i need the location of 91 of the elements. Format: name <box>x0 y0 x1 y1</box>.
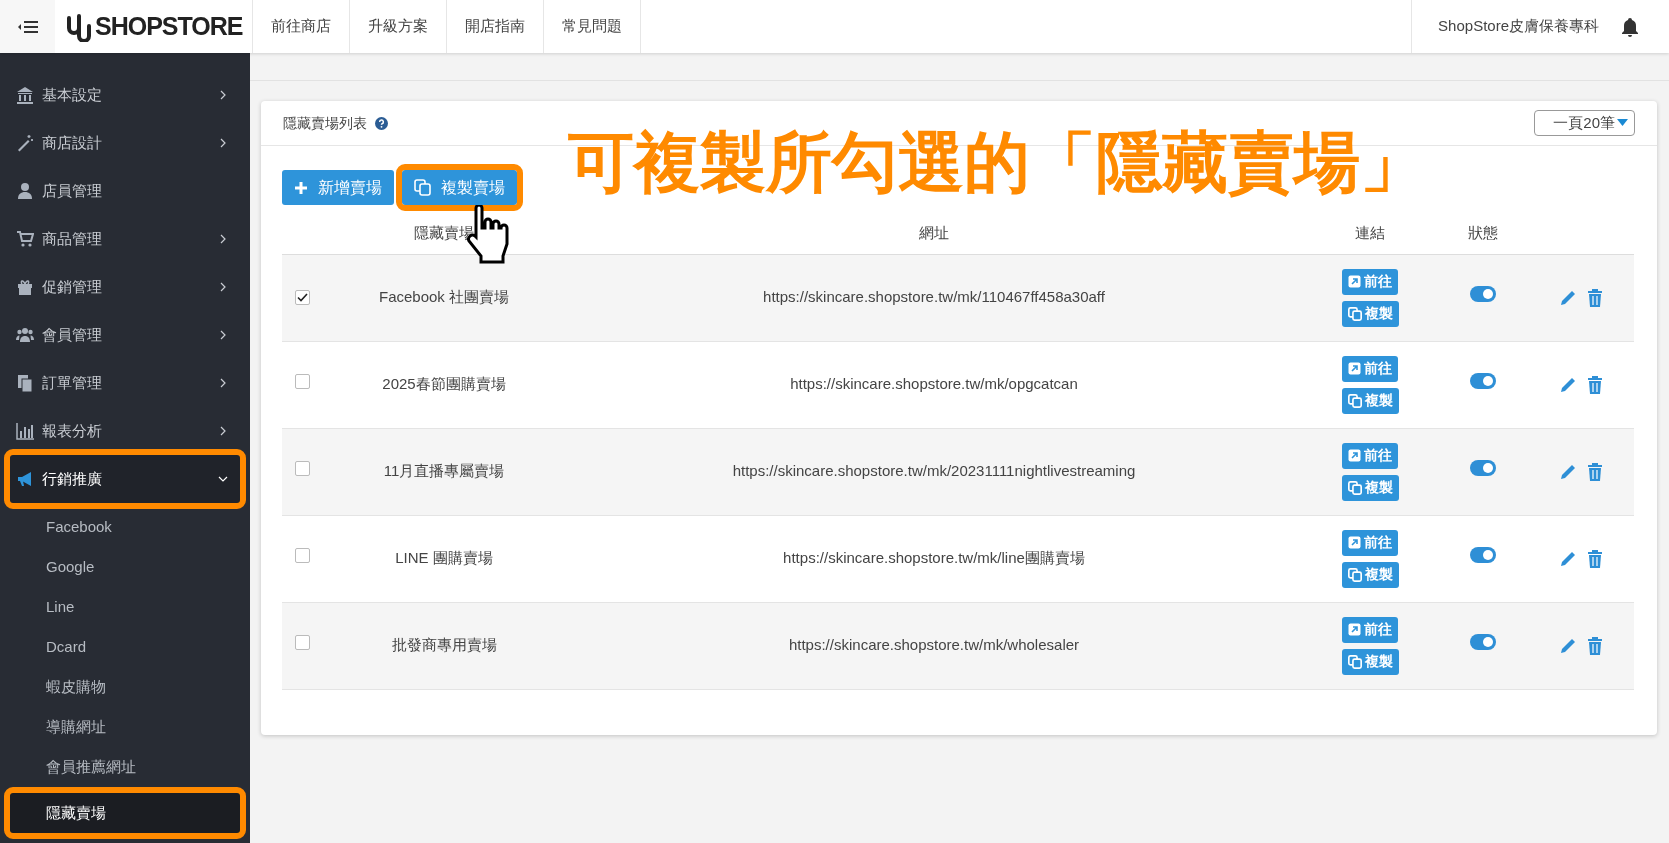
chevron-right-icon <box>218 330 228 340</box>
submenu-item[interactable]: Facebook <box>0 507 250 547</box>
menu-icon <box>17 19 38 34</box>
chevron-down-icon <box>218 474 228 484</box>
copy-icon <box>1347 306 1362 321</box>
plus-icon <box>294 180 308 195</box>
external-link-icon <box>1348 536 1361 549</box>
staff-icon <box>16 182 34 200</box>
documents-icon <box>16 374 34 392</box>
url-cell: https://skincare.shopstore.tw/mk/line團購賣場 <box>783 549 1085 567</box>
status-toggle[interactable] <box>1470 373 1496 390</box>
column-header: 狀態 <box>1468 223 1498 241</box>
external-link-icon <box>1348 275 1361 288</box>
help-icon <box>375 116 388 130</box>
magic-wand-icon <box>16 134 34 152</box>
trash-icon[interactable] <box>1587 549 1603 568</box>
copy-icon <box>1347 393 1362 408</box>
status-toggle[interactable] <box>1470 547 1496 564</box>
store-name-cell: 2025春節團購賣場 <box>382 375 506 393</box>
menu-toggle-button[interactable] <box>0 0 55 53</box>
trash-icon[interactable] <box>1587 375 1603 394</box>
chevron-right-icon <box>218 90 228 100</box>
sidebar-item[interactable]: 促銷管理 <box>0 263 250 311</box>
bar-chart-icon <box>16 422 34 440</box>
brand-logo-text: SHOPSTORE <box>95 10 243 42</box>
trash-icon[interactable] <box>1587 636 1603 655</box>
copy-icon <box>1347 654 1362 669</box>
submenu-item[interactable]: Google <box>0 547 250 587</box>
submenu-item[interactable]: 蝦皮購物 <box>0 667 250 707</box>
url-cell: https://skincare.shopstore.tw/mk/opgcatcan <box>790 375 1078 393</box>
store-name-cell: 批發商專用賣場 <box>391 636 497 654</box>
external-link-icon <box>1348 449 1361 462</box>
external-link-icon <box>1348 623 1361 636</box>
sidebar-item[interactable]: 商店設計 <box>0 119 250 167</box>
edit-icon[interactable] <box>1559 375 1577 394</box>
status-toggle[interactable] <box>1470 634 1496 651</box>
column-header: 連結 <box>1355 223 1385 241</box>
chevron-right-icon <box>218 138 228 148</box>
row-checkbox[interactable] <box>294 461 310 477</box>
sidebar-item[interactable]: 會員管理 <box>0 311 250 359</box>
gift-icon <box>16 278 34 296</box>
caret-icon <box>1617 119 1628 127</box>
nav-link[interactable]: 升級方案 <box>349 0 446 53</box>
cart-icon <box>16 230 34 248</box>
row-checkbox[interactable] <box>294 635 310 651</box>
sidebar-item[interactable]: 報表分析 <box>0 407 250 455</box>
edit-icon[interactable] <box>1559 549 1577 568</box>
users-icon <box>16 326 34 344</box>
store-name-cell: 11月直播專屬賣場 <box>383 462 505 480</box>
column-header: 網址 <box>919 223 949 241</box>
sidebar-item[interactable]: 基本設定 <box>0 71 250 119</box>
copy-icon <box>1347 480 1362 495</box>
nav-link[interactable]: 常見問題 <box>543 0 641 53</box>
trash-icon[interactable] <box>1587 462 1603 481</box>
sidebar-item[interactable]: 商品管理 <box>0 215 250 263</box>
submenu-item[interactable]: 導購網址 <box>0 707 250 747</box>
submenu-item[interactable]: Line <box>0 587 250 627</box>
chevron-right-icon <box>218 378 228 388</box>
card-title: 隱藏賣場列表 <box>283 113 367 133</box>
edit-icon[interactable] <box>1559 288 1577 307</box>
nav-link[interactable]: 開店指南 <box>446 0 543 53</box>
edit-icon[interactable] <box>1559 462 1577 481</box>
bell-icon[interactable] <box>1621 16 1639 37</box>
edit-icon[interactable] <box>1559 636 1577 655</box>
status-toggle[interactable] <box>1470 460 1496 477</box>
sidebar-item[interactable]: 訂單管理 <box>0 359 250 407</box>
url-cell: https://skincare.shopstore.tw/mk/20231111nightlivestreaming <box>732 462 1136 480</box>
external-link-icon <box>1348 362 1361 375</box>
status-toggle[interactable] <box>1470 286 1496 303</box>
megaphone-icon <box>16 470 34 488</box>
submenu-item[interactable]: Dcard <box>0 627 250 667</box>
store-name-cell: Facebook 社團賣場 <box>378 288 509 306</box>
page-size-select[interactable]: 一頁20筆 <box>1534 109 1635 137</box>
url-cell: https://skincare.shopstore.tw/mk/110467ff458a30aff <box>763 288 1105 306</box>
chevron-right-icon <box>218 234 228 244</box>
sidebar-item[interactable]: 店員管理 <box>0 167 250 215</box>
copy-icon <box>414 179 431 196</box>
trash-icon[interactable] <box>1587 288 1603 307</box>
row-checkbox[interactable] <box>294 290 310 306</box>
chevron-right-icon <box>218 426 228 436</box>
check-icon <box>296 293 308 303</box>
bank-icon <box>16 86 34 104</box>
submenu-item[interactable]: 會員推薦網址 <box>0 747 250 787</box>
nav-link[interactable]: 前往商店 <box>252 0 349 53</box>
chevron-right-icon <box>218 282 228 292</box>
url-cell: https://skincare.shopstore.tw/mk/wholesaler <box>788 636 1080 654</box>
store-name[interactable]: ShopStore皮膚保養專科 <box>1438 15 1599 38</box>
copy-icon <box>1347 567 1362 582</box>
store-name-cell: LINE 團購賣場 <box>395 549 493 567</box>
row-checkbox[interactable] <box>294 374 310 390</box>
row-checkbox[interactable] <box>294 548 310 564</box>
